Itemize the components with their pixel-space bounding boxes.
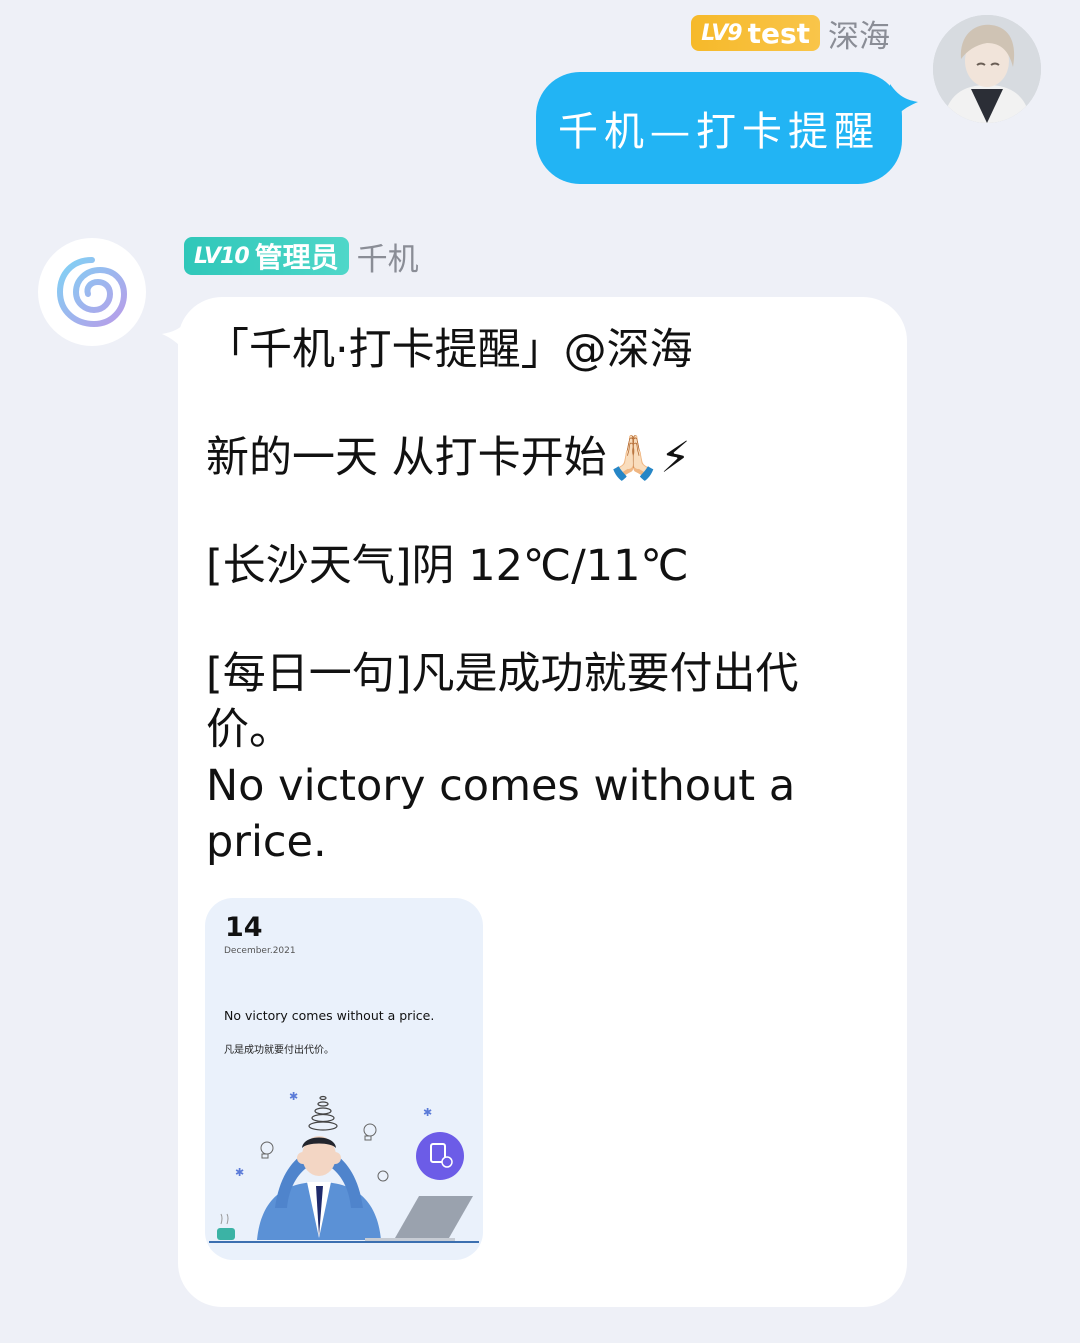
greeting-line: 新的一天 从打卡开始🙏🏻⚡ (206, 433, 691, 483)
badge-title: test (747, 16, 810, 50)
svg-text:✱: ✱ (289, 1090, 298, 1103)
bubble-tail-icon (890, 84, 918, 124)
sender-nickname[interactable]: 千机 (357, 234, 419, 279)
outgoing-sender-header: LV9 test 深海 (691, 14, 890, 55)
badge-level: LV10 (194, 243, 250, 269)
reminder-title: 「千机·打卡提醒」@深海 (206, 325, 693, 375)
user-level-badge: LV9 test (691, 15, 820, 51)
card-month: December.2021 (224, 946, 296, 956)
daily-quote-image[interactable]: 14 December.2021 No victory comes withou… (205, 898, 483, 1260)
badge-level: LV9 (701, 20, 742, 46)
user-avatar[interactable] (933, 15, 1041, 123)
admin-level-badge: LV10 管理员 (184, 237, 349, 275)
incoming-message-text: 「千机·打卡提醒」@深海 新的一天 从打卡开始🙏🏻⚡ [长沙天气]阴 12℃/1… (206, 322, 866, 870)
daily-quote-en: No victory comes without a price. (206, 761, 796, 867)
daily-quote-cn: [每日一句]凡是成功就要付出代价。 (206, 649, 799, 755)
bot-avatar[interactable] (38, 238, 146, 346)
badge-title: 管理员 (254, 241, 339, 274)
outgoing-message-bubble[interactable]: 千机—打卡提醒 (536, 72, 902, 184)
card-quote-cn: 凡是成功就要付出代价。 (224, 1045, 334, 1056)
svg-text:✱: ✱ (423, 1106, 432, 1119)
svg-text:✱: ✱ (235, 1166, 244, 1179)
stressed-man-illustration: ✱ ✱ ✱ (209, 1090, 479, 1243)
sender-nickname[interactable]: 深海 (828, 11, 890, 56)
spiral-logo-icon (56, 257, 128, 328)
card-quote-en: No victory comes without a price. (224, 1008, 435, 1023)
weather-line: [长沙天气]阴 12℃/11℃ (206, 541, 689, 591)
card-day: 14 (225, 912, 263, 943)
incoming-sender-header: LV10 管理员 千机 (184, 234, 419, 279)
